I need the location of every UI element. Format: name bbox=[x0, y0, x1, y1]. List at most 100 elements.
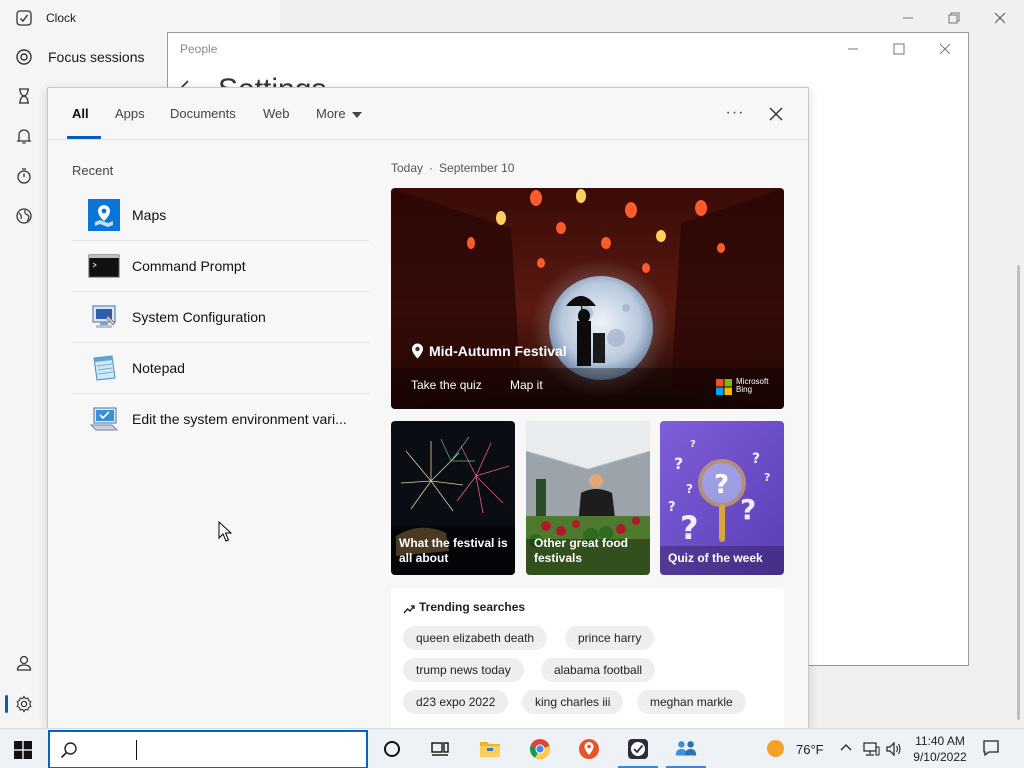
minimize-button[interactable] bbox=[896, 6, 920, 30]
recent-item-label: System Configuration bbox=[132, 309, 266, 325]
list-item[interactable]: Maps bbox=[72, 190, 369, 241]
command-prompt-icon bbox=[88, 250, 120, 282]
trending-chip[interactable]: d23 expo 2022 bbox=[403, 690, 509, 714]
trending-chip[interactable]: prince harry bbox=[565, 626, 655, 650]
recent-item-label: Edit the system environment vari... bbox=[132, 411, 347, 427]
today-label: Today bbox=[391, 161, 424, 175]
stopwatch-icon[interactable] bbox=[14, 166, 34, 186]
task-view-icon[interactable] bbox=[428, 737, 452, 761]
hero-card-mid-autumn[interactable]: Mid-Autumn Festival Take the quiz Map it… bbox=[391, 188, 784, 409]
tab-web[interactable]: Web bbox=[263, 106, 290, 121]
svg-text:?: ? bbox=[686, 482, 693, 496]
weather-temperature[interactable]: 76°F bbox=[796, 742, 824, 757]
trending-chip[interactable]: alabama football bbox=[541, 658, 656, 682]
map-it-link[interactable]: Map it bbox=[510, 378, 543, 392]
recent-item-label: Maps bbox=[132, 207, 167, 223]
network-icon[interactable] bbox=[862, 741, 880, 762]
maximize-button[interactable] bbox=[942, 6, 966, 30]
cortana-icon[interactable] bbox=[380, 737, 404, 761]
settings-gear-icon[interactable] bbox=[14, 694, 34, 714]
list-item[interactable]: System Configuration bbox=[72, 292, 369, 343]
people-minimize-button[interactable] bbox=[841, 37, 865, 61]
people-close-button[interactable] bbox=[933, 37, 957, 61]
recent-list: Maps Command Prompt System Configuration… bbox=[72, 190, 369, 445]
close-window-button[interactable] bbox=[988, 6, 1012, 30]
tab-more[interactable]: More bbox=[316, 106, 362, 121]
tab-all[interactable]: All bbox=[72, 106, 89, 121]
search-icon bbox=[60, 741, 78, 764]
recent-item-label: Notepad bbox=[132, 360, 185, 376]
today-date: September 10 bbox=[439, 161, 515, 175]
recent-item-label: Command Prompt bbox=[132, 258, 246, 274]
card-label: What the festival is all about bbox=[399, 536, 508, 565]
clock-titlebar: Clock bbox=[0, 0, 1024, 36]
trending-title: Trending searches bbox=[419, 600, 526, 614]
list-item[interactable]: Edit the system environment vari... bbox=[72, 394, 369, 445]
svg-text:?: ? bbox=[674, 454, 683, 473]
nav-selection-indicator bbox=[5, 695, 8, 713]
today-date-label: Today · September 10 bbox=[391, 161, 515, 175]
close-icon[interactable] bbox=[766, 104, 786, 124]
brand-line2: Bing bbox=[736, 385, 753, 394]
search-flyout: All Apps Documents Web More ··· Recent M… bbox=[47, 87, 809, 729]
taskbar: 76°F 11:40 AM 9/10/2022 bbox=[0, 728, 1024, 768]
clock-app-taskbar-icon[interactable] bbox=[626, 737, 650, 761]
card-label: Other great food festivals bbox=[534, 536, 629, 565]
trending-chip[interactable]: trump news today bbox=[403, 658, 524, 682]
search-tabs-bar: All Apps Documents Web More ··· bbox=[48, 88, 808, 140]
scrollbar[interactable] bbox=[1017, 265, 1020, 720]
trending-chip[interactable]: queen elizabeth death bbox=[403, 626, 548, 650]
weather-sun-icon[interactable] bbox=[767, 740, 784, 757]
chrome-icon[interactable] bbox=[528, 737, 552, 761]
list-item[interactable]: Command Prompt bbox=[72, 241, 369, 292]
account-icon[interactable] bbox=[14, 653, 34, 673]
clock-time: 11:40 AM bbox=[915, 734, 965, 748]
people-maximize-button[interactable] bbox=[887, 37, 911, 61]
svg-text:?: ? bbox=[714, 470, 729, 500]
card-quiz[interactable]: ??? ??? ?? ? Quiz of the week bbox=[660, 421, 784, 575]
location-pin-icon bbox=[411, 343, 424, 364]
hero-title[interactable]: Mid-Autumn Festival bbox=[429, 343, 567, 359]
svg-text:?: ? bbox=[680, 509, 699, 547]
tab-apps[interactable]: Apps bbox=[115, 106, 145, 121]
svg-text:?: ? bbox=[690, 439, 696, 450]
alarm-icon[interactable] bbox=[14, 126, 34, 146]
clock-date: 9/10/2022 bbox=[913, 750, 967, 764]
card-label: Quiz of the week bbox=[668, 551, 763, 565]
card-festival[interactable]: What the festival is all about bbox=[391, 421, 515, 575]
svg-text:?: ? bbox=[764, 471, 770, 484]
notification-icon[interactable] bbox=[982, 739, 1000, 762]
tab-documents[interactable]: Documents bbox=[170, 106, 236, 121]
maps-icon bbox=[88, 199, 120, 231]
recent-heading: Recent bbox=[72, 163, 114, 178]
more-options-icon[interactable]: ··· bbox=[724, 104, 746, 122]
file-explorer-icon[interactable] bbox=[478, 737, 502, 761]
start-button[interactable] bbox=[14, 741, 32, 759]
text-caret bbox=[136, 740, 137, 760]
clock-app-icon bbox=[16, 10, 32, 26]
svg-text:?: ? bbox=[668, 500, 676, 515]
chevron-up-icon[interactable] bbox=[840, 741, 852, 759]
focus-sessions-icon[interactable] bbox=[14, 47, 34, 67]
maps-app-icon[interactable] bbox=[577, 737, 601, 761]
trending-chip[interactable]: meghan markle bbox=[637, 690, 746, 714]
taskbar-clock[interactable]: 11:40 AM 9/10/2022 bbox=[900, 733, 980, 765]
people-app-icon[interactable] bbox=[674, 737, 698, 761]
tab-more-label: More bbox=[316, 106, 346, 121]
mouse-cursor-icon bbox=[218, 520, 233, 548]
taskbar-search-box[interactable] bbox=[48, 730, 368, 768]
trending-chip[interactable]: king charles iii bbox=[522, 690, 624, 714]
focus-sessions-label[interactable]: Focus sessions bbox=[48, 49, 144, 65]
active-tab-indicator bbox=[67, 136, 101, 139]
list-item[interactable]: Notepad bbox=[72, 343, 369, 394]
svg-text:?: ? bbox=[752, 451, 760, 467]
people-window-title: People bbox=[180, 42, 218, 56]
card-food-festivals[interactable]: Other great food festivals bbox=[526, 421, 650, 575]
world-clock-icon[interactable] bbox=[14, 206, 34, 226]
system-configuration-icon bbox=[88, 301, 120, 333]
take-the-quiz-link[interactable]: Take the quiz bbox=[411, 378, 482, 392]
notepad-icon bbox=[88, 352, 120, 384]
svg-text:?: ? bbox=[740, 493, 756, 526]
chevron-down-icon bbox=[351, 111, 362, 118]
timer-icon[interactable] bbox=[14, 86, 34, 106]
